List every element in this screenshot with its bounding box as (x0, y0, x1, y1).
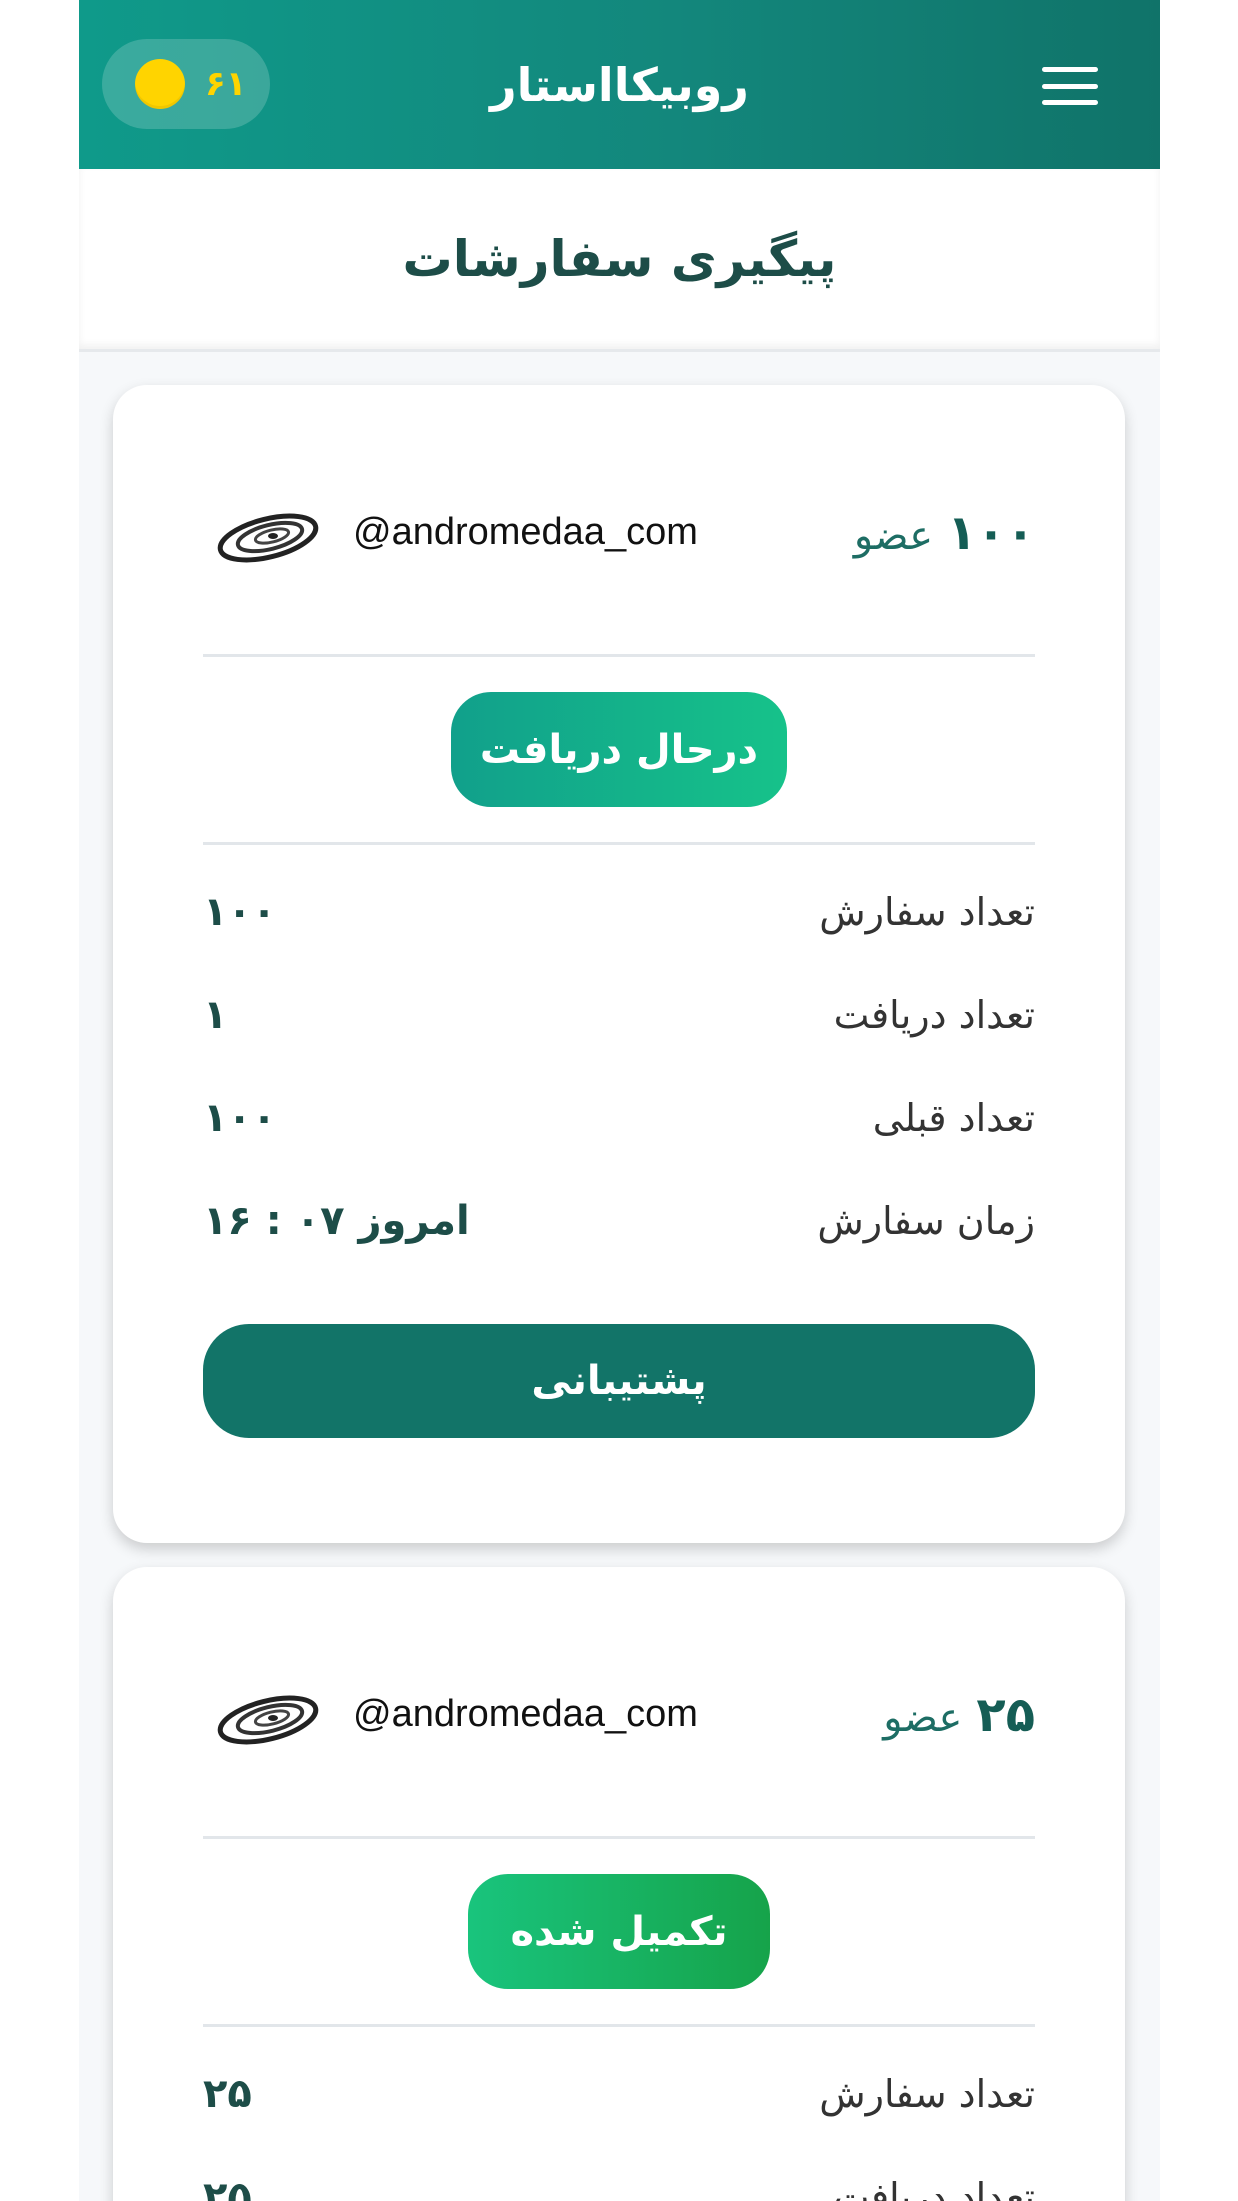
detail-row-order-count: تعداد سفارش ۲۵ (203, 2042, 1035, 2145)
detail-row-order-time: زمان سفارش امروز ۰۷ : ۱۶ (203, 1169, 1035, 1272)
detail-label: تعداد سفارش (819, 2071, 1035, 2116)
order-amount-number: ۲۵ (976, 1687, 1035, 1743)
detail-label: تعداد قبلی (872, 1095, 1035, 1140)
order-card: ۱۰۰ عضو @andromedaa_com درحال دریافت تعد… (113, 385, 1125, 1543)
order-amount-unit: عضو (883, 1695, 963, 1741)
status-section: تکمیل شده (203, 1839, 1035, 2027)
detail-value: ۲۵ (203, 2173, 252, 2201)
order-summary: ۱۰۰ عضو @andromedaa_com (203, 385, 1035, 657)
app-title: روبیکااستار (490, 57, 749, 112)
order-amount-unit: عضو (853, 513, 934, 559)
detail-row-received-count: تعداد دریافت ۱ (203, 963, 1035, 1066)
detail-label: تعداد دریافت (833, 2174, 1035, 2201)
detail-value: ۱۰۰ (203, 1094, 277, 1141)
order-details: تعداد سفارش ۲۵ تعداد دریافت ۲۵ (203, 2042, 1035, 2201)
status-section: درحال دریافت (203, 657, 1035, 845)
detail-label: زمان سفارش (817, 1198, 1035, 1243)
galaxy-logo-icon (217, 513, 319, 563)
order-details: تعداد سفارش ۱۰۰ تعداد دریافت ۱ تعداد قبل… (203, 860, 1035, 1272)
order-card: ۲۵ عضو @andromedaa_com تکمیل شده تعداد س… (113, 1567, 1125, 2201)
detail-row-received-count: تعداد دریافت ۲۵ (203, 2145, 1035, 2201)
page-title: پیگیری سفارشات (402, 230, 837, 288)
detail-value: ۱ (203, 991, 228, 1038)
detail-value: امروز ۰۷ : ۱۶ (203, 1197, 470, 1244)
order-amount: ۱۰۰ عضو (854, 505, 1035, 561)
status-badge-completed[interactable]: تکمیل شده (468, 1874, 770, 1989)
detail-label: تعداد دریافت (833, 992, 1035, 1037)
detail-row-previous-count: تعداد قبلی ۱۰۰ (203, 1066, 1035, 1169)
detail-label: تعداد سفارش (819, 889, 1035, 934)
support-button[interactable]: پشتیبانی (203, 1324, 1035, 1438)
hamburger-menu-icon[interactable] (1042, 67, 1098, 105)
app-screen: ۶۱ روبیکااستار پیگیری سفارشات ۱۰۰ عضو @a… (79, 0, 1160, 2201)
page-header: پیگیری سفارشات (79, 169, 1160, 352)
top-bar: ۶۱ روبیکااستار (79, 0, 1160, 169)
order-summary: ۲۵ عضو @andromedaa_com (203, 1567, 1035, 1839)
detail-row-order-count: تعداد سفارش ۱۰۰ (203, 860, 1035, 963)
order-amount: ۲۵ عضو (883, 1687, 1035, 1743)
channel-handle: @andromedaa_com (353, 511, 698, 553)
order-amount-number: ۱۰۰ (947, 505, 1035, 561)
detail-value: ۱۰۰ (203, 888, 277, 935)
channel-handle: @andromedaa_com (353, 1693, 698, 1735)
status-badge-receiving[interactable]: درحال دریافت (451, 692, 787, 807)
galaxy-logo-icon (217, 1695, 319, 1745)
detail-value: ۲۵ (203, 2070, 252, 2117)
